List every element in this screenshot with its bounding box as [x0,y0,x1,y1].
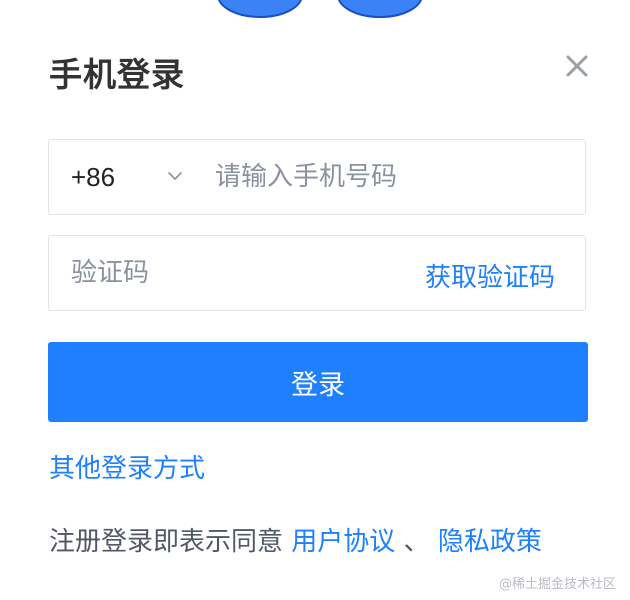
get-code-button[interactable]: 获取验证码 [425,257,555,294]
agreement-text: 注册登录即表示同意 用户协议 、 隐私政策 [49,521,542,558]
close-icon[interactable] [563,52,591,80]
login-dialog: 手机登录 +86 获取验证码 登录 其他登录方式 注册登录即表示同意 用户协议 … [0,0,630,600]
area-code-value: +86 [71,162,116,192]
chevron-down-icon [168,172,182,180]
other-login-link[interactable]: 其他登录方式 [49,448,205,485]
verification-code-field: 获取验证码 [48,235,586,311]
watermark: @稀土掘金技术社区 [498,577,616,592]
user-agreement-link[interactable]: 用户协议 [291,527,395,557]
login-button[interactable]: 登录 [48,342,588,422]
mascot-illustration [218,0,422,18]
dialog-title: 手机登录 [49,55,185,94]
privacy-policy-link[interactable]: 隐私政策 [438,527,542,557]
phone-field: +86 [48,139,586,215]
phone-input[interactable] [215,140,575,214]
agreement-separator: 、 [403,527,430,557]
verification-code-input[interactable] [71,236,391,310]
agreement-prefix: 注册登录即表示同意 [49,527,284,557]
area-code-select[interactable]: +86 [49,140,199,214]
